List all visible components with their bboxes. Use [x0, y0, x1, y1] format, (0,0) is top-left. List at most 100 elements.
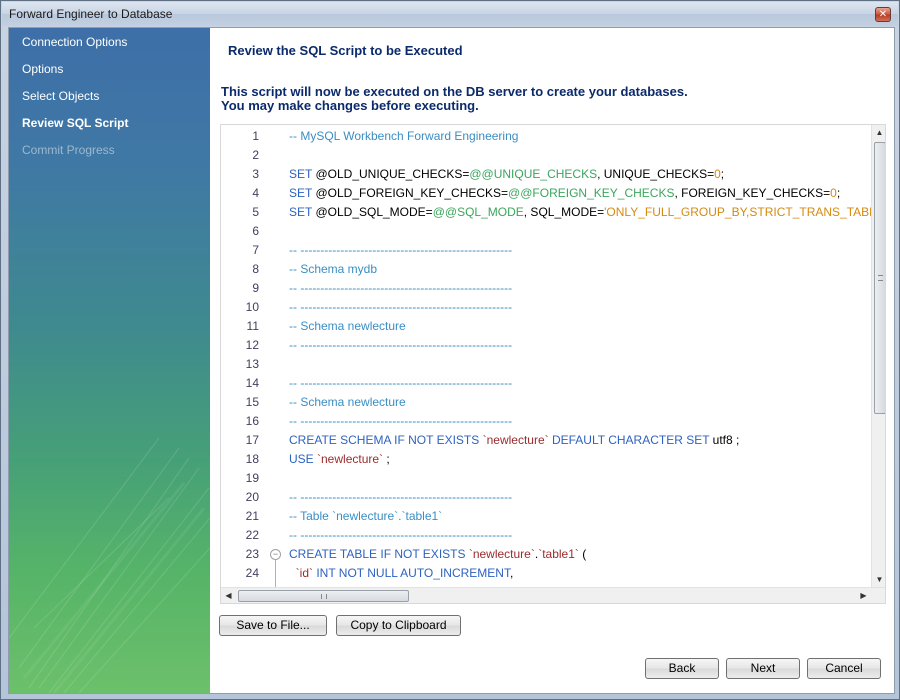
copy-to-clipboard-button[interactable]: Copy to Clipboard [336, 615, 461, 636]
code-line[interactable]: 20 -- -----------------------------------… [221, 488, 871, 507]
code-line[interactable]: 23 CREATE TABLE IF NOT EXISTS `newlecture… [221, 545, 871, 564]
code-text: -- -------------------------------------… [289, 374, 512, 393]
line-number: 23 [245, 547, 259, 561]
code-line[interactable]: 1 -- MySQL Workbench Forward Engineering [221, 127, 871, 146]
code-token: `id` [295, 566, 314, 580]
code-text: SET @OLD_FOREIGN_KEY_CHECKS=@@FOREIGN_KE… [289, 184, 840, 203]
code-text: -- -------------------------------------… [289, 336, 512, 355]
close-icon: ✕ [878, 9, 888, 20]
scroll-down-arrow-icon[interactable]: ▼ [872, 572, 885, 587]
code-text: SET @OLD_SQL_MODE=@@SQL_MODE, SQL_MODE='… [289, 203, 886, 222]
back-button[interactable]: Back [645, 658, 719, 679]
code-line[interactable]: 22 -- -----------------------------------… [221, 526, 871, 545]
code-line[interactable]: 19 [221, 469, 871, 488]
code-line[interactable]: 18 USE `newlecture` ; [221, 450, 871, 469]
vertical-scroll-thumb[interactable] [874, 142, 885, 414]
code-text: -- Schema mydb [289, 260, 377, 279]
code-token: `newlecture` [482, 433, 549, 447]
code-line[interactable]: 21 -- Table `newlecture`.`table1` [221, 507, 871, 526]
code-text: -- Schema newlecture [289, 393, 406, 412]
line-number: 2 [252, 148, 259, 162]
code-line[interactable]: 6 [221, 222, 871, 241]
code-token: CREATE SCHEMA IF NOT EXISTS [289, 433, 483, 447]
code-line[interactable]: 17 CREATE SCHEMA IF NOT EXISTS `newlectur… [221, 431, 871, 450]
line-number: 18 [245, 452, 259, 466]
code-line[interactable]: 9 -- ------------------------------------… [221, 279, 871, 298]
code-line[interactable]: 5 SET @OLD_SQL_MODE=@@SQL_MODE, SQL_MODE=… [221, 203, 885, 222]
code-token: -- -------------------------------------… [289, 490, 513, 504]
code-line[interactable]: 4 SET @OLD_FOREIGN_KEY_CHECKS=@@FOREIGN_K… [221, 184, 871, 203]
code-token: DEFAULT CHARACTER SET [548, 433, 713, 447]
code-token: ( [578, 547, 587, 561]
code-token: ; [720, 167, 725, 181]
code-token: @OLD_FOREIGN_KEY_CHECKS= [315, 186, 509, 200]
code-token: USE [289, 452, 318, 466]
code-token: SET [289, 205, 316, 219]
code-line[interactable]: 11 -- Schema newlecture [221, 317, 871, 336]
cancel-button[interactable]: Cancel [807, 658, 881, 679]
code-line[interactable]: 12 -- -----------------------------------… [221, 336, 871, 355]
wizard-content: Review the SQL Script to be Executed Thi… [210, 28, 894, 693]
line-number: 7 [252, 243, 259, 257]
code-token: `newlecture` [468, 547, 535, 561]
code-token: -- -------------------------------------… [289, 281, 513, 295]
scroll-right-arrow-icon[interactable]: ▶ [856, 588, 871, 603]
vertical-scrollbar[interactable]: ▲ ▼ [871, 125, 885, 587]
code-text: `id` INT NOT NULL AUTO_INCREMENT, [289, 564, 514, 583]
description-line-2: You may make changes before executing. [221, 98, 479, 113]
code-token: @OLD_UNIQUE_CHECKS= [315, 167, 470, 181]
code-token: 0 [714, 167, 721, 181]
code-line[interactable]: 7 -- ------------------------------------… [221, 241, 871, 260]
code-text: -- -------------------------------------… [289, 298, 512, 317]
wizard-sidebar: Connection Options Options Select Object… [9, 28, 210, 693]
code-line[interactable]: 8 -- Schema mydb [221, 260, 871, 279]
next-button[interactable]: Next [726, 658, 800, 679]
line-number: 19 [245, 471, 259, 485]
code-token: @@UNIQUE_CHECKS [469, 167, 598, 181]
code-token: SET [289, 186, 316, 200]
window-title: Forward Engineer to Database [9, 7, 173, 21]
line-number: 15 [245, 395, 259, 409]
code-token: -- -------------------------------------… [289, 300, 513, 314]
line-number: 16 [245, 414, 259, 428]
code-token: `table1` [538, 547, 579, 561]
save-to-file-button[interactable]: Save to File... [219, 615, 327, 636]
code-text: SET @OLD_UNIQUE_CHECKS=@@UNIQUE_CHECKS, … [289, 165, 724, 184]
sql-editor[interactable]: 1 -- MySQL Workbench Forward Engineering 2… [220, 124, 886, 604]
code-token: `newlecture` [317, 452, 384, 466]
sidebar-item-options: Options [22, 62, 64, 76]
code-token: @@FOREIGN_KEY_CHECKS [508, 186, 675, 200]
code-token: 'ONLY_FULL_GROUP_BY,STRICT_TRANS_TABLES [604, 205, 886, 219]
code-line[interactable]: 3 SET @OLD_UNIQUE_CHECKS=@@UNIQUE_CHECKS,… [221, 165, 871, 184]
fold-collapse-icon[interactable]: − [270, 549, 281, 560]
code-token: -- -------------------------------------… [289, 414, 513, 428]
close-button[interactable]: ✕ [875, 7, 891, 22]
line-number: 1 [252, 129, 259, 143]
code-token: , FOREIGN_KEY_CHECKS= [674, 186, 831, 200]
scroll-left-arrow-icon[interactable]: ◀ [221, 588, 236, 603]
title-bar: Forward Engineer to Database ✕ [2, 2, 898, 26]
code-text: USE `newlecture` ; [289, 450, 390, 469]
code-line[interactable]: 10 -- -----------------------------------… [221, 298, 871, 317]
code-line[interactable]: 24 `id` INT NOT NULL AUTO_INCREMENT, [221, 564, 871, 583]
code-line[interactable]: 15 -- Schema newlecture [221, 393, 871, 412]
code-token: INT NOT NULL AUTO_INCREMENT [313, 566, 510, 580]
code-token: @@SQL_MODE [432, 205, 524, 219]
code-line[interactable]: 16 -- -----------------------------------… [221, 412, 871, 431]
line-number: 4 [252, 186, 259, 200]
code-token: -- -------------------------------------… [289, 528, 513, 542]
horizontal-scroll-thumb[interactable] [238, 590, 409, 602]
line-number: 24 [245, 566, 259, 580]
code-line[interactable]: 2 [221, 146, 871, 165]
code-text: -- Table `newlecture`.`table1` [289, 507, 442, 526]
code-line[interactable]: 14 -- -----------------------------------… [221, 374, 871, 393]
code-token: -- Table `newlecture`.`table1` [289, 509, 443, 523]
code-token: -- Schema newlecture [289, 395, 406, 409]
line-number: 14 [245, 376, 259, 390]
code-line[interactable]: 13 [221, 355, 871, 374]
scroll-up-arrow-icon[interactable]: ▲ [872, 125, 885, 140]
line-number: 3 [252, 167, 259, 181]
code-token: -- Schema mydb [289, 262, 378, 276]
horizontal-scrollbar[interactable]: ◀ ▶ [221, 587, 885, 603]
